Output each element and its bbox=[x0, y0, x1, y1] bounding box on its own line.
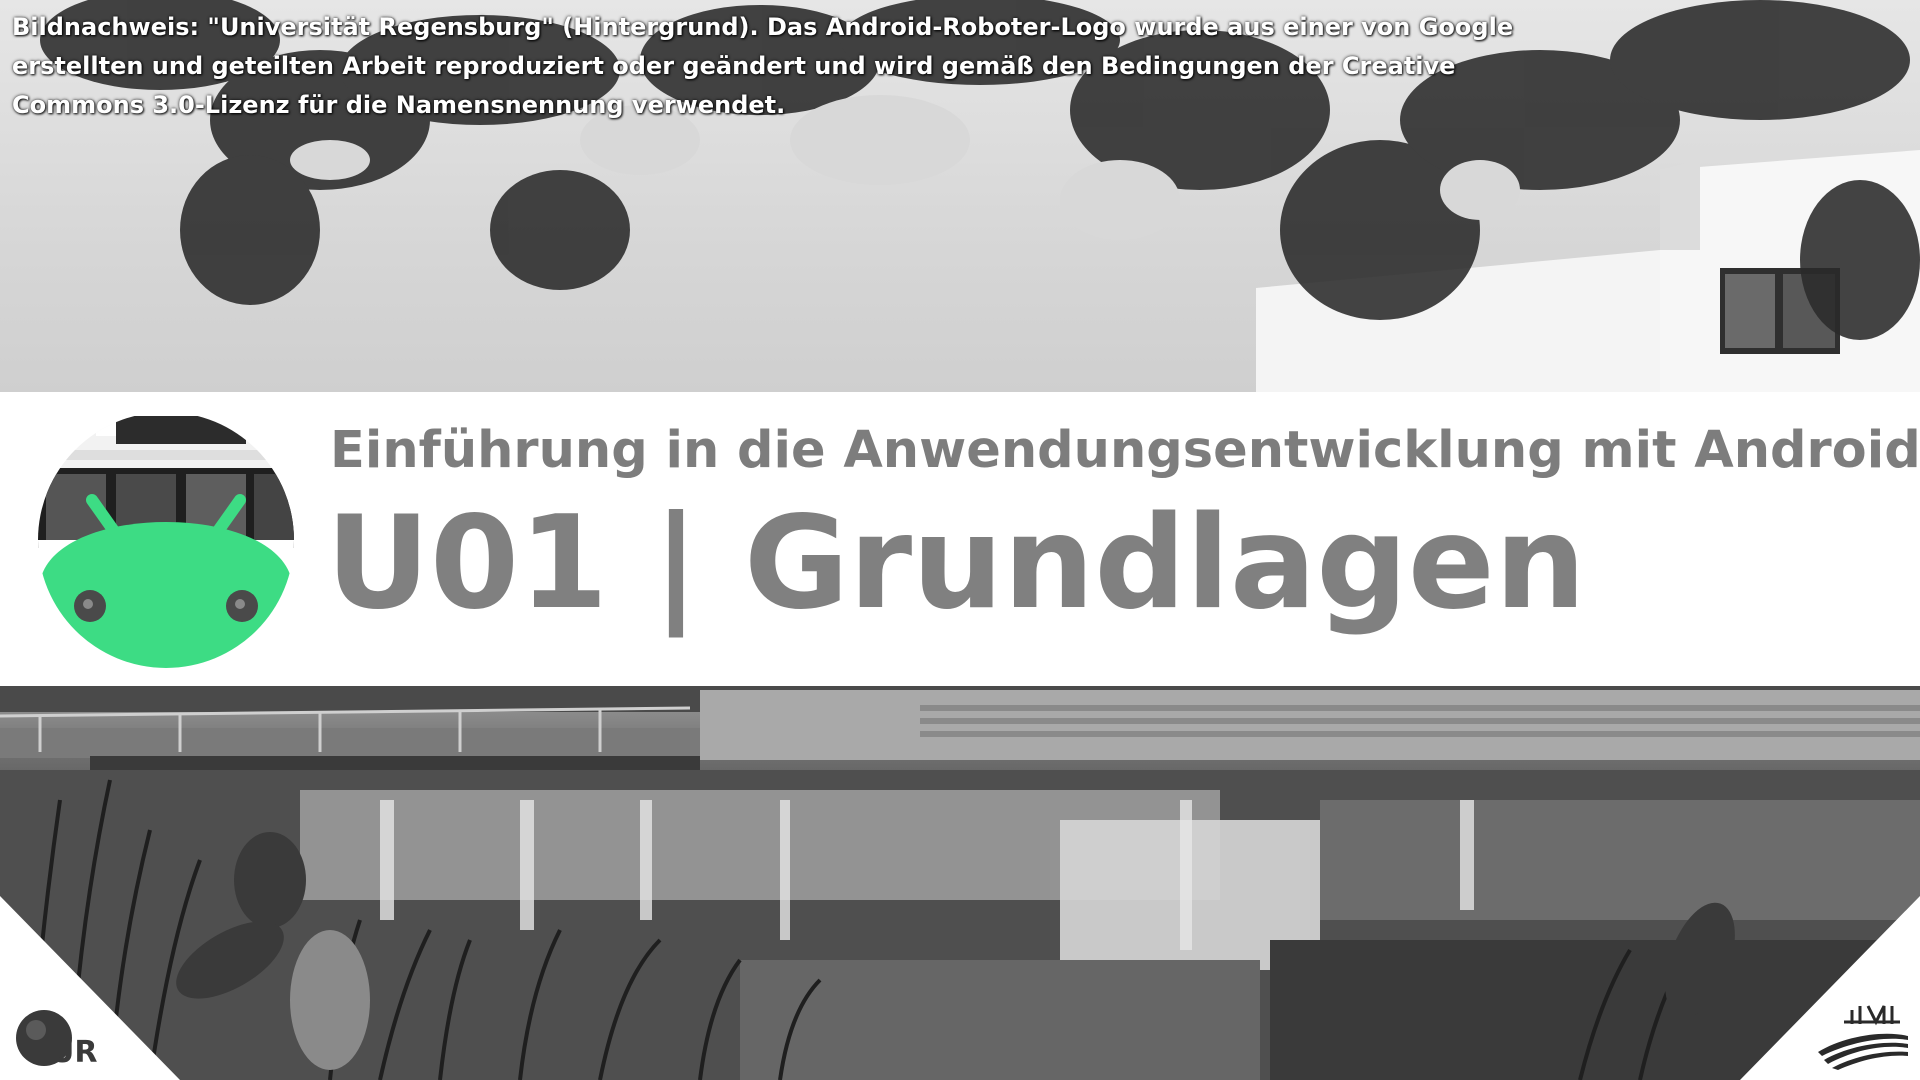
far-bank bbox=[0, 686, 1920, 782]
water-reflections bbox=[0, 770, 1920, 1080]
title-slide: Bildnachweis: "Universität Regensburg" (… bbox=[0, 0, 1920, 1080]
image-credit-line-2: erstellten und geteilten Arbeit reproduz… bbox=[12, 52, 1456, 80]
media-informatics-logo bbox=[1818, 1005, 1908, 1070]
image-credit-line-3: Commons 3.0-Lizenz für die Namensnennung… bbox=[12, 91, 786, 119]
university-regensburg-logo: UR bbox=[16, 1010, 97, 1068]
lesson-title: U01 | Grundlagen bbox=[326, 489, 1586, 638]
ur-logo-text: UR bbox=[50, 1035, 97, 1068]
android-robot-icon bbox=[38, 412, 294, 668]
course-subtitle: Einführung in die Anwendungsentwicklung … bbox=[330, 421, 1920, 480]
image-credit-line-1: Bildnachweis: "Universität Regensburg" (… bbox=[12, 13, 1514, 41]
image-credit: Bildnachweis: "Universität Regensburg" (… bbox=[12, 8, 1572, 125]
